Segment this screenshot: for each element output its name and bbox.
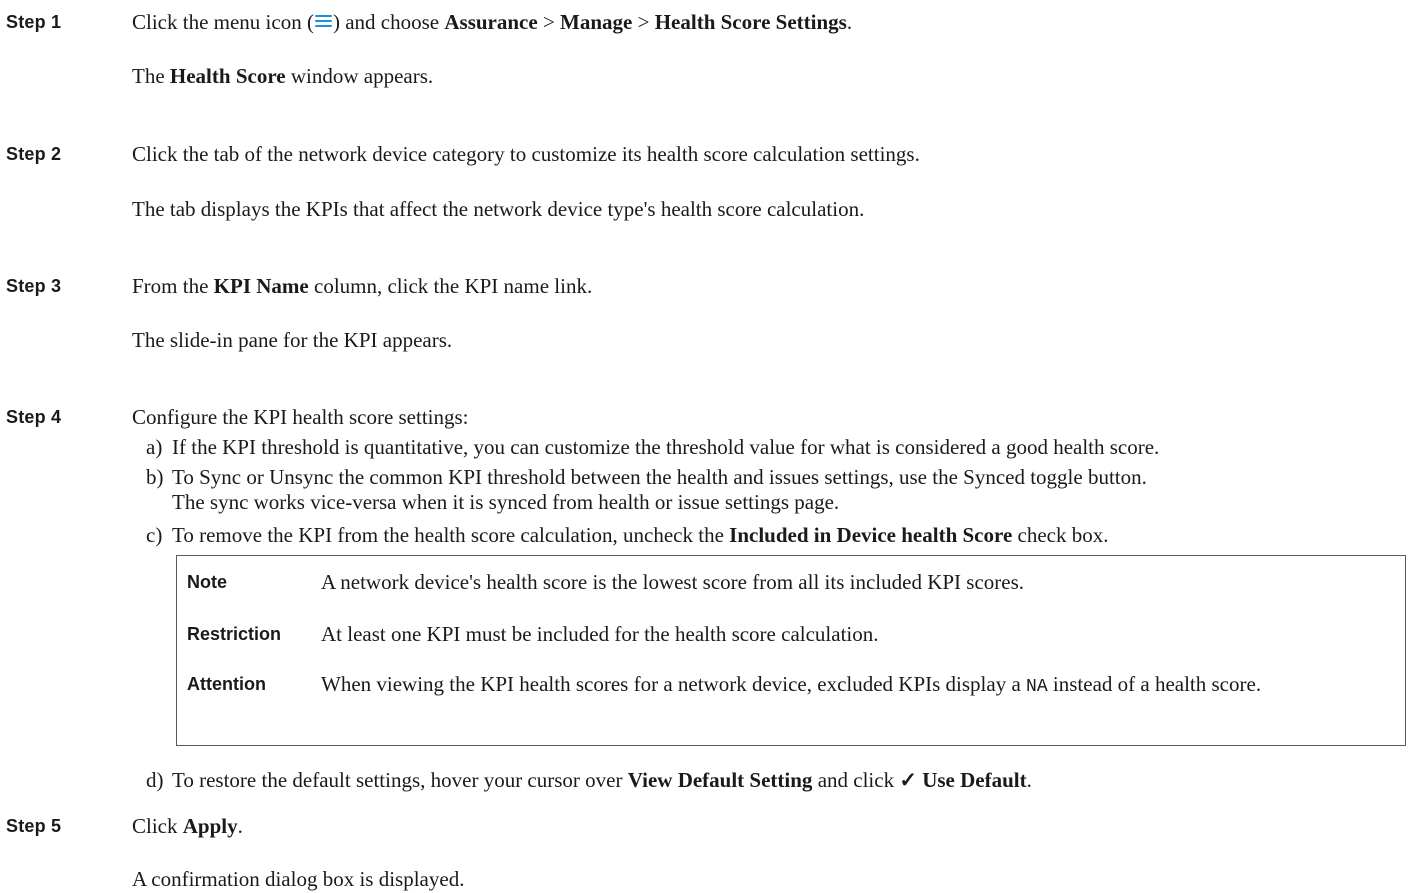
substep-d-text: To restore the default settings, hover y… <box>172 768 1032 792</box>
substep-a-text: If the KPI threshold is quantitative, yo… <box>172 435 1160 459</box>
step-4-instruction: Configure the KPI health score settings: <box>132 405 469 429</box>
step-5-label: Step 5 <box>6 816 62 836</box>
step-5-instruction: Click Apply. <box>132 814 243 838</box>
step-2-instruction: Click the tab of the network device cate… <box>132 142 920 166</box>
step-1-instruction: Click the menu icon () and choose Assura… <box>132 10 853 34</box>
note-text: A network device's health score is the l… <box>321 570 1025 594</box>
step-2-label: Step 2 <box>6 144 62 164</box>
checkmark-icon: ✓ <box>899 768 917 792</box>
substep-b-line1: To Sync or Unsync the common KPI thresho… <box>172 465 1147 489</box>
substep-c-letter: c) <box>146 523 163 547</box>
substep-b-letter: b) <box>146 465 164 489</box>
step-1-result: The Health Score window appears. <box>132 64 434 88</box>
substep-a-letter: a) <box>146 435 163 459</box>
attention-text: When viewing the KPI health scores for a… <box>321 672 1262 697</box>
step-3-instruction: From the KPI Name column, click the KPI … <box>132 274 593 298</box>
attention-label: Attention <box>187 674 266 694</box>
note-label: Note <box>187 572 227 592</box>
substep-b-line2: The sync works vice-versa when it is syn… <box>172 490 840 514</box>
substep-d-letter: d) <box>146 768 164 792</box>
step-5-result: A confirmation dialog box is displayed. <box>132 867 465 891</box>
step-1-label: Step 1 <box>6 12 62 32</box>
step-2-result: The tab displays the KPIs that affect th… <box>132 197 865 221</box>
step-4-label: Step 4 <box>6 407 62 427</box>
step-3-label: Step 3 <box>6 276 62 296</box>
step-3-result: The slide-in pane for the KPI appears. <box>132 328 453 352</box>
substep-c-text: To remove the KPI from the health score … <box>172 523 1109 547</box>
menu-icon <box>314 14 332 28</box>
restriction-label: Restriction <box>187 624 282 644</box>
restriction-text: At least one KPI must be included for th… <box>321 622 879 646</box>
notes-box: Note A network device's health score is … <box>176 555 1406 746</box>
